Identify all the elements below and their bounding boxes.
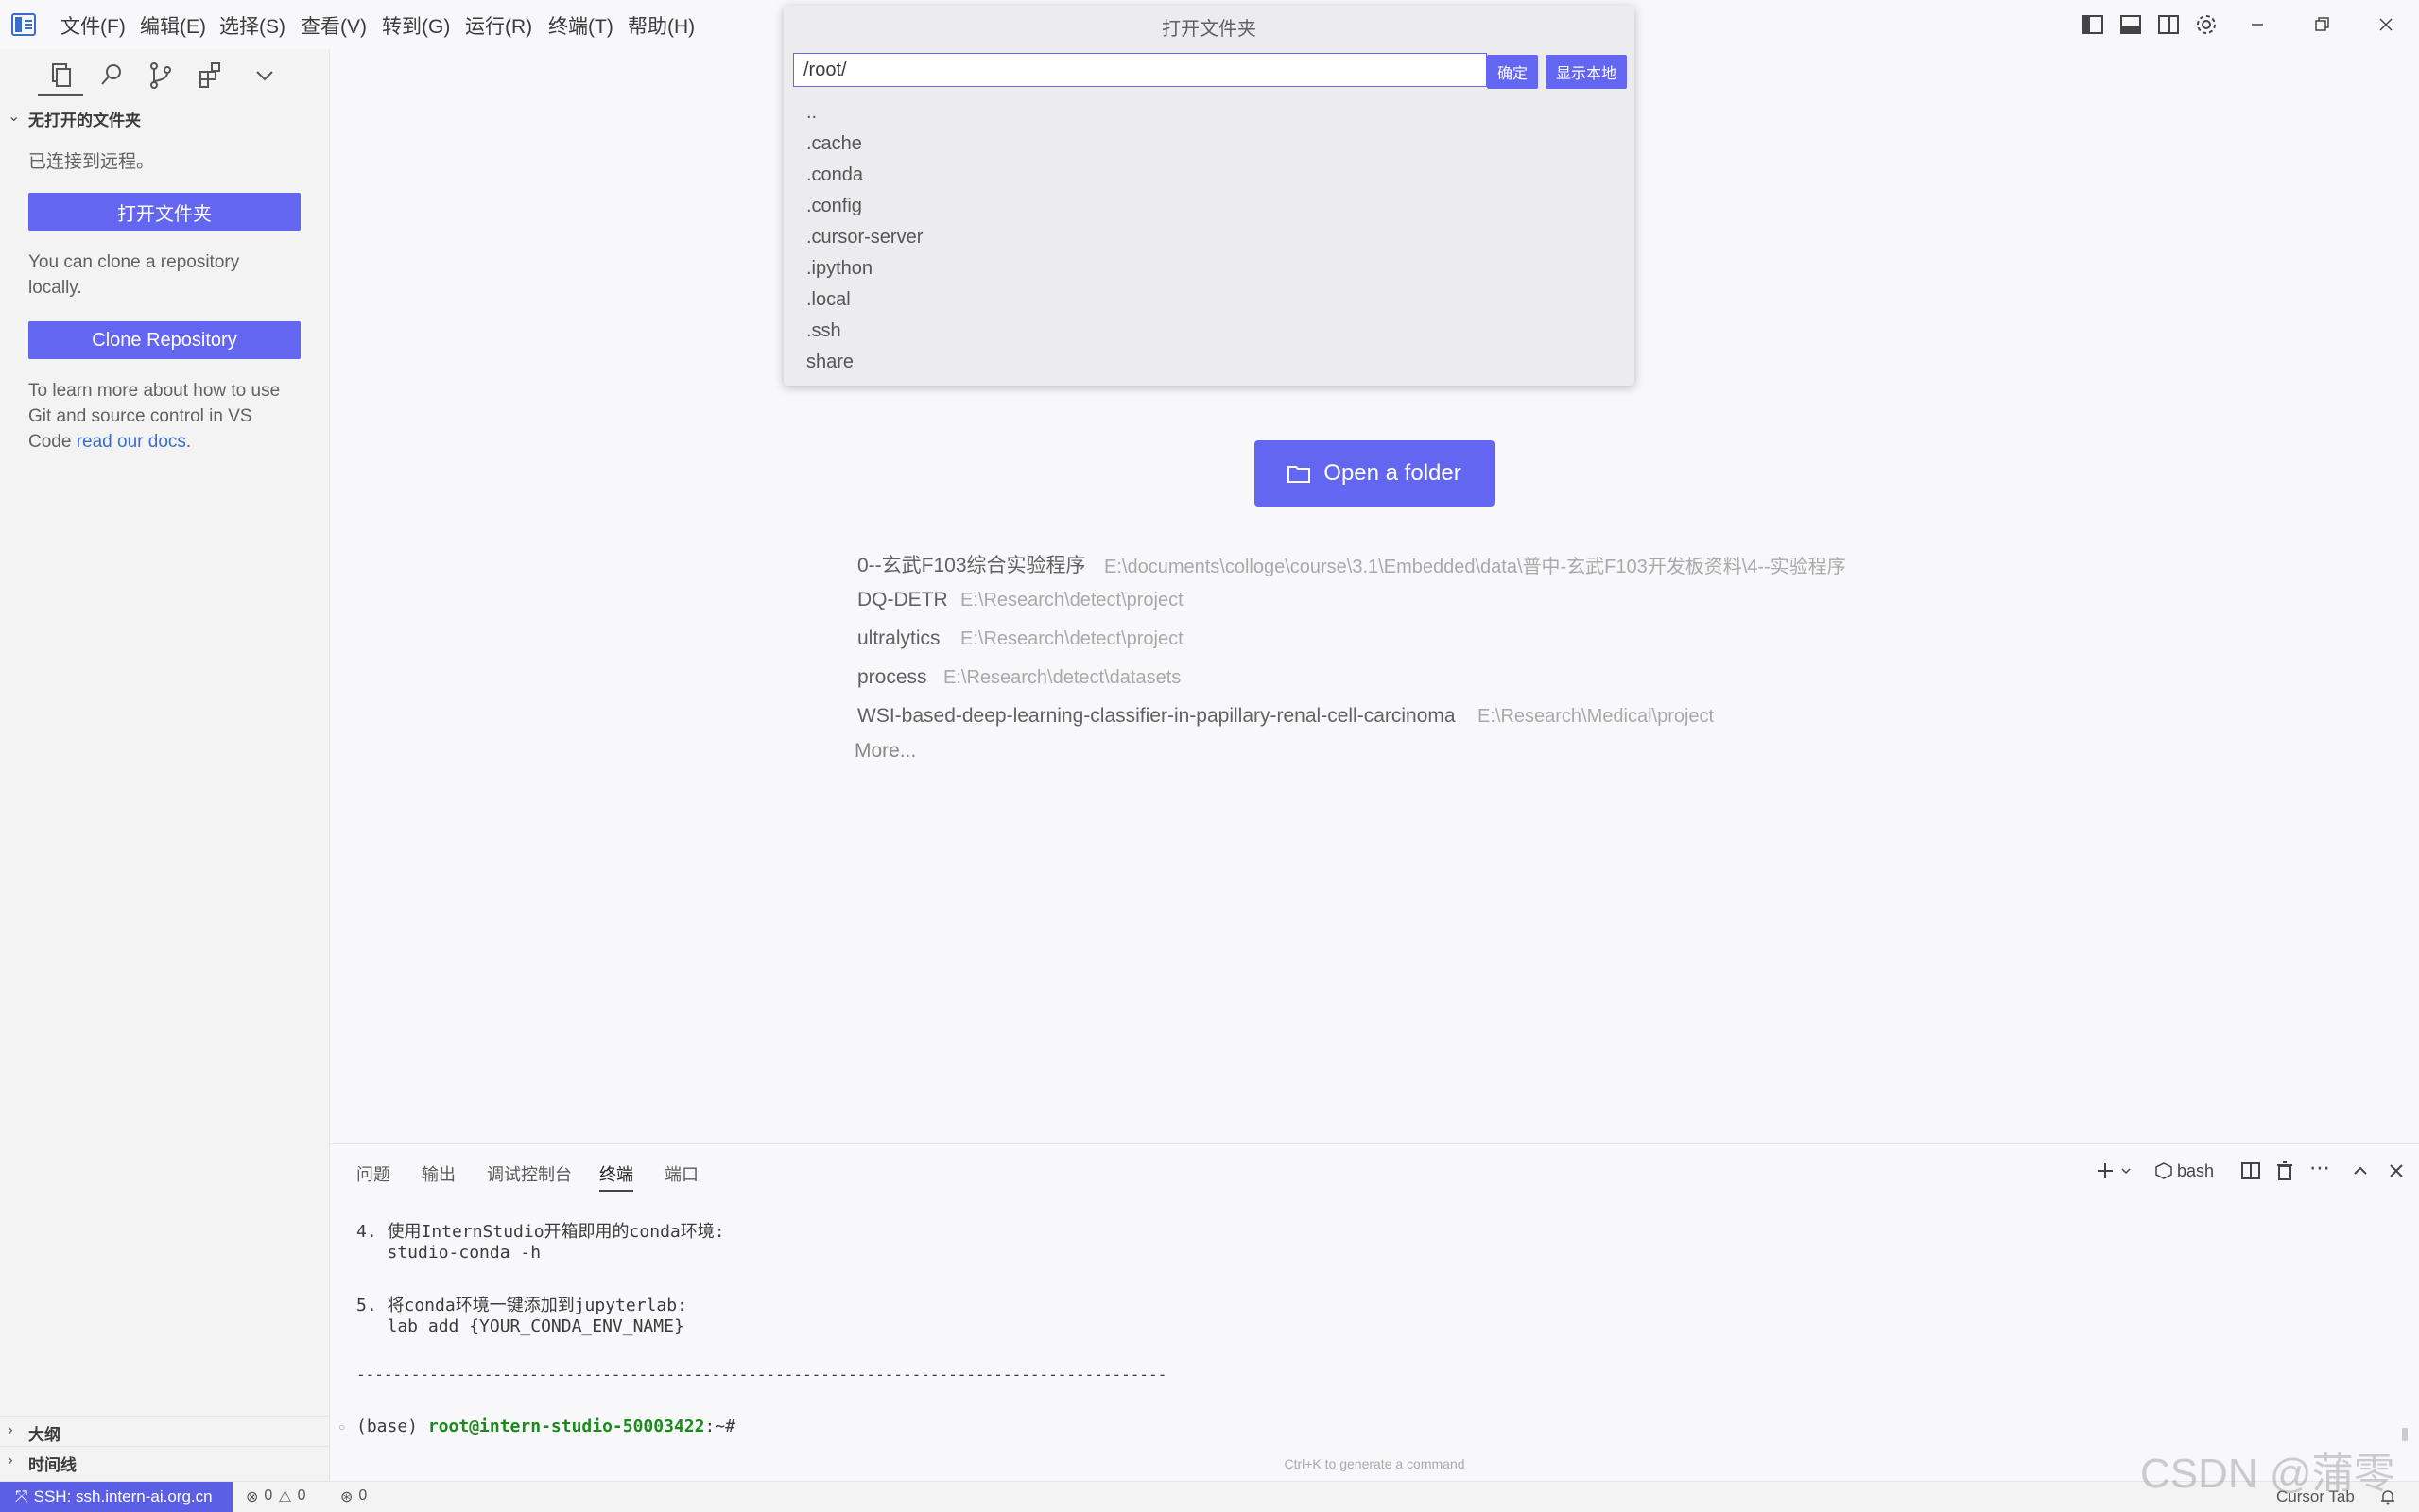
search-icon[interactable] [95, 59, 129, 93]
folder-list-item[interactable]: .ipython [806, 258, 873, 280]
new-terminal-plus-icon[interactable] [2094, 1160, 2117, 1182]
folder-list-item[interactable]: .cursor-server [806, 227, 923, 249]
clone-repository-button[interactable]: Clone Repository [28, 321, 301, 359]
outline-chevron-icon: › [8, 1420, 13, 1438]
recent-item-path: E:\Research\detect\project [960, 628, 1184, 649]
open-folder-button[interactable]: 打开文件夹 [28, 193, 301, 231]
open-a-folder-button[interactable]: Open a folder [1254, 440, 1495, 507]
split-terminal-icon[interactable] [2239, 1160, 2262, 1182]
extensions-icon[interactable] [195, 59, 229, 93]
tab-ports[interactable]: 端口 [665, 1161, 699, 1186]
menu-help[interactable]: 帮助(H) [628, 11, 695, 40]
terminal-prompt[interactable]: (base) root@intern-studio-50003422:~# [356, 1417, 735, 1436]
explorer-icon[interactable] [43, 59, 78, 93]
explorer-active-indicator [38, 94, 83, 96]
recent-item-name[interactable]: ultralytics [857, 627, 941, 650]
dialog-title: 打开文件夹 [1162, 19, 1256, 40]
remote-indicator[interactable]: ⤧ SSH: ssh.intern-ai.org.cn [0, 1482, 233, 1512]
toggle-primary-sidebar-icon[interactable] [2080, 11, 2106, 38]
settings-gear-icon[interactable] [2193, 11, 2220, 38]
terminal-line: 4. 使用InternStudio开箱即用的conda环境: [356, 1222, 725, 1242]
recent-item-path: E:\Research\Medical\project [1477, 706, 1715, 727]
read-docs-link[interactable]: read our docs [77, 432, 186, 452]
recent-item-name[interactable]: DQ-DETR [857, 589, 948, 611]
error-icon: ⊗ [246, 1489, 259, 1505]
shell-name-label[interactable]: bash [2177, 1161, 2214, 1181]
folder-list-item[interactable]: .local [806, 289, 851, 311]
learn-more-text: To learn more about how to use Git and s… [28, 381, 281, 452]
folder-icon [1287, 466, 1311, 483]
tab-output[interactable]: 输出 [422, 1161, 456, 1186]
recent-item-path: E:\documents\colloge\course\3.1\Embedded… [1104, 557, 1846, 577]
recent-item-name[interactable]: process [857, 666, 927, 689]
menu-run[interactable]: 运行(R) [465, 11, 532, 40]
toggle-secondary-sidebar-icon[interactable] [2155, 11, 2182, 38]
tab-debug-console[interactable]: 调试控制台 [487, 1161, 572, 1186]
close-window-icon[interactable] [2373, 11, 2399, 38]
warning-icon: ⚠ [278, 1489, 292, 1505]
recent-item-path: E:\Research\detect\datasets [943, 667, 1182, 688]
show-local-button[interactable]: 显示本地 [1546, 55, 1627, 89]
section-chevron-icon: ⌄ [8, 109, 21, 125]
remote-icon: ⤧ [15, 1487, 28, 1505]
explorer-section-header[interactable]: ⌄ 无打开的文件夹 [0, 104, 329, 130]
timeline-section-header[interactable]: › 时间线 [0, 1446, 329, 1475]
more-actions-icon[interactable]: ⋯ [2309, 1156, 2330, 1180]
menu-edit[interactable]: 编辑(E) [140, 11, 206, 40]
recent-item-name[interactable]: WSI-based-deep-learning-classifier-in-pa… [857, 705, 1456, 728]
terminal-scrollbar[interactable] [2402, 1428, 2408, 1441]
sidebar: ⌄ 无打开的文件夹 已连接到远程。 打开文件夹 You can clone a … [0, 49, 330, 1481]
app-logo-icon [11, 13, 36, 36]
clone-hint: You can clone a repository locally. [28, 252, 240, 298]
menu-goto[interactable]: 转到(G) [382, 11, 450, 40]
bash-shell-icon [2155, 1162, 2172, 1179]
menu-view[interactable]: 查看(V) [301, 11, 367, 40]
tab-problems[interactable]: 问题 [356, 1161, 390, 1186]
folder-list-item[interactable]: .config [806, 196, 862, 217]
open-folder-dialog: 打开文件夹 确定 显示本地 .. .cache .conda .config .… [784, 6, 1634, 386]
section-title: 无打开的文件夹 [28, 112, 141, 129]
folder-list-item[interactable]: .cache [806, 133, 862, 155]
close-panel-icon[interactable] [2385, 1160, 2408, 1182]
terminal-separator-line: ----------------------------------------… [356, 1366, 1167, 1383]
folder-path-input[interactable] [793, 53, 1487, 87]
status-bar: ⤧ SSH: ssh.intern-ai.org.cn ⊗ 0 ⚠ 0 ⊛ 0 Cur… [0, 1481, 2419, 1512]
maximize-panel-chevron-up-icon[interactable] [2349, 1160, 2372, 1182]
broadcast-icon: ⊛ [340, 1489, 354, 1505]
minimize-icon[interactable] [2244, 11, 2271, 38]
menu-terminal[interactable]: 终端(T) [548, 11, 613, 40]
connected-text: 已连接到远程。 [28, 152, 155, 172]
timeline-chevron-icon: › [8, 1451, 13, 1469]
prompt-user: root@intern-studio-50003422 [427, 1417, 705, 1436]
tab-terminal[interactable]: 终端 [599, 1161, 633, 1192]
folder-list-item[interactable]: .conda [806, 164, 863, 186]
terminal-line: studio-conda -h [356, 1243, 542, 1263]
confirm-button[interactable]: 确定 [1487, 55, 1538, 89]
outline-section-header[interactable]: › 大纲 [0, 1416, 329, 1445]
recent-item-path: E:\Research\detect\project [960, 590, 1184, 610]
terminal-line: lab add {YOUR_CONDA_ENV_NAME} [356, 1316, 684, 1336]
chevron-down-icon[interactable] [248, 59, 282, 93]
prompt-status-icon: ○ [338, 1420, 346, 1434]
trash-icon[interactable] [2273, 1160, 2296, 1182]
recent-item-name[interactable]: 0--玄武F103综合实验程序 [857, 550, 1086, 578]
terminal-line: 5. 将conda环境一键添加到jupyterlab: [356, 1296, 687, 1315]
folder-list-item[interactable]: .. [806, 102, 817, 124]
watermark: CSDN @蒲零 [2140, 1451, 2395, 1497]
folder-list-item[interactable]: .ssh [806, 320, 841, 342]
menu-file[interactable]: 文件(F) [60, 11, 126, 40]
ports-indicator[interactable]: ⊛ 0 [340, 1487, 367, 1506]
restore-icon[interactable] [2308, 11, 2335, 38]
more-recent-link[interactable]: More... [855, 740, 916, 763]
toggle-panel-icon[interactable] [2117, 11, 2144, 38]
terminal-hint: Ctrl+K to generate a command [1284, 1456, 1465, 1471]
terminal-dropdown-chevron-icon[interactable] [2120, 1165, 2132, 1177]
problems-indicator[interactable]: ⊗ 0 ⚠ 0 [246, 1487, 306, 1506]
folder-list-item[interactable]: share [806, 352, 854, 373]
menu-selection[interactable]: 选择(S) [219, 11, 285, 40]
bottom-panel: 问题 输出 调试控制台 终端 端口 bash ⋯ 4. 使用InternStud… [330, 1143, 2419, 1482]
source-control-icon[interactable] [144, 59, 178, 93]
